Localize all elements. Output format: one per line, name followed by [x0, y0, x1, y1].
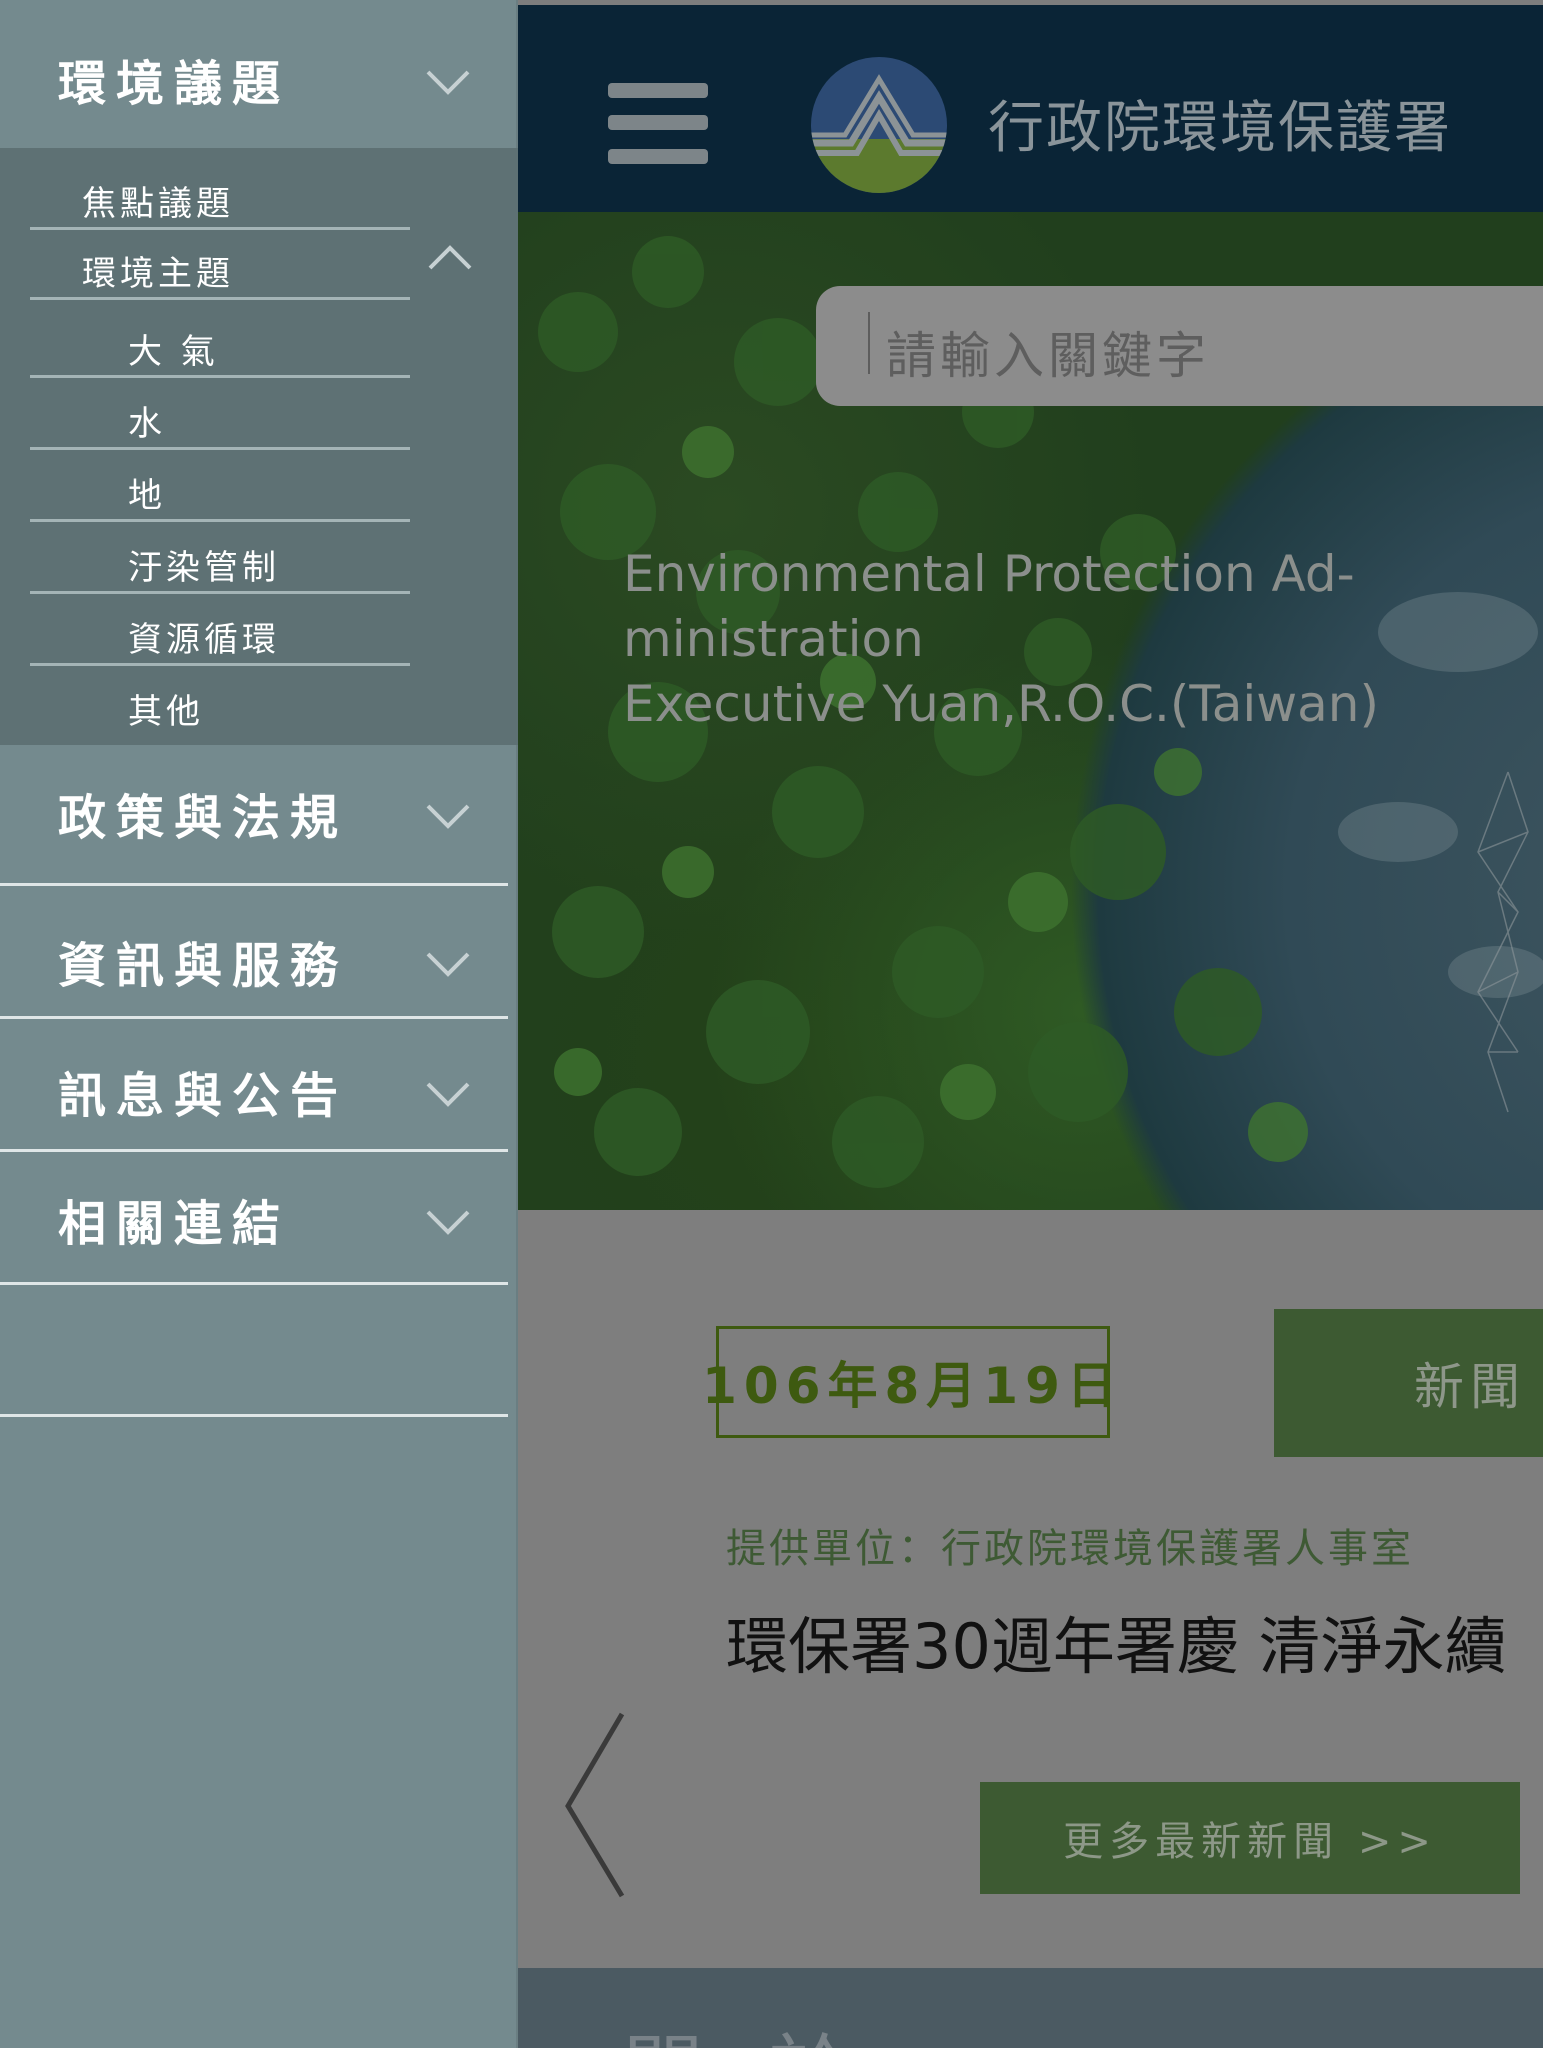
- topic-item-water[interactable]: 水: [30, 380, 410, 450]
- menu-section-policy-regulations[interactable]: 政策與法規: [0, 744, 518, 880]
- topic-item-land[interactable]: 地: [30, 452, 410, 522]
- divider: [30, 375, 410, 378]
- topic-item-label: 大 氣: [128, 332, 219, 372]
- submenu-item-label: 焦點議題: [82, 184, 234, 224]
- news-section: 106年8月19日 新聞 提供單位：行政院環境保護署人事室 環保署30週年署慶 …: [518, 1210, 1543, 1970]
- menu-section-info-services[interactable]: 資訊與服務: [0, 892, 518, 1028]
- site-title[interactable]: 行政院環境保護署: [988, 83, 1452, 164]
- side-menu: 環境議題 焦點議題 環境主題 大 氣 水 地 汙染管制 資源循環 其他 政策與法…: [0, 0, 518, 2048]
- menu-section-label: 政策與法規: [58, 790, 349, 846]
- search-input[interactable]: 請輸入關鍵字: [886, 316, 1210, 388]
- hero-title-line: Executive Yuan,R.O.C.(Taiwan): [623, 675, 1379, 733]
- divider: [30, 297, 410, 300]
- menu-section-environmental-issues[interactable]: 環境議題: [0, 10, 518, 146]
- submenu-item-focus-issues[interactable]: 焦點議題: [30, 160, 410, 230]
- submenu-panel: 焦點議題 環境主題 大 氣 水 地 汙染管制 資源循環 其他: [0, 148, 518, 745]
- divider: [0, 883, 508, 886]
- main-page: 行政院環境保護署 請輸入關鍵字 Environmental Protection…: [518, 0, 1543, 2048]
- news-headline[interactable]: 環保署30週年署慶 清淨永續: [726, 1596, 1507, 1686]
- submenu-item-label: 環境主題: [82, 254, 234, 294]
- menu-section-related-links[interactable]: 相關連結: [0, 1150, 518, 1286]
- topic-item-label: 水: [128, 404, 166, 444]
- more-news-button[interactable]: 更多最新新聞 >>: [980, 1782, 1520, 1894]
- hero-title: Environmental Protection Ad- ministratio…: [623, 542, 1383, 737]
- hero-title-line: ministration: [623, 610, 924, 668]
- hero-title-line: Environmental Protection Ad-: [623, 545, 1355, 603]
- news-tag-button[interactable]: 新聞: [1274, 1309, 1543, 1457]
- topic-item-label: 資源循環: [128, 620, 280, 660]
- site-header: 行政院環境保護署: [518, 5, 1543, 212]
- epa-logo[interactable]: [811, 57, 947, 193]
- divider: [30, 447, 410, 450]
- search-cursor: [868, 312, 870, 374]
- chevron-down-icon[interactable]: [426, 1208, 470, 1236]
- topic-item-label: 汙染管制: [128, 548, 280, 588]
- topic-item-pollution-control[interactable]: 汙染管制: [30, 524, 410, 594]
- hamburger-icon[interactable]: [608, 83, 708, 167]
- topic-item-other[interactable]: 其他: [30, 668, 410, 738]
- divider: [30, 519, 410, 522]
- divider: [30, 591, 410, 594]
- submenu-item-environment-topics[interactable]: 環境主題: [30, 230, 410, 300]
- menu-section-label: 相關連結: [58, 1196, 291, 1252]
- menu-section-label: 環境議題: [58, 56, 291, 112]
- about-section-header: 關 於: [518, 1968, 1543, 2048]
- divider: [0, 1282, 508, 1285]
- news-source: 提供單位：行政院環境保護署人事室: [726, 1526, 1414, 1572]
- menu-section-label: 資訊與服務: [58, 938, 349, 994]
- chevron-down-icon[interactable]: [426, 802, 470, 830]
- chevron-left-icon[interactable]: [560, 1710, 640, 1900]
- topic-item-air[interactable]: 大 氣: [30, 308, 410, 378]
- topic-item-label: 其他: [128, 692, 204, 732]
- hero-banner: 請輸入關鍵字 Environmental Protection Ad- mini…: [518, 212, 1543, 1210]
- about-section-title: 關 於: [623, 2008, 868, 2048]
- divider: [30, 663, 410, 666]
- chevron-up-icon[interactable]: [428, 244, 472, 272]
- divider: [0, 1414, 508, 1417]
- menu-section-label: 訊息與公告: [58, 1068, 349, 1124]
- chevron-down-icon[interactable]: [426, 68, 470, 96]
- divider: [0, 1016, 508, 1019]
- news-date: 106年8月19日: [702, 1326, 1117, 1438]
- topic-item-label: 地: [128, 476, 166, 516]
- chevron-down-icon[interactable]: [426, 950, 470, 978]
- chevron-down-icon[interactable]: [426, 1080, 470, 1108]
- topic-item-resource-recycling[interactable]: 資源循環: [30, 596, 410, 666]
- menu-section-news-announcements[interactable]: 訊息與公告: [0, 1022, 518, 1158]
